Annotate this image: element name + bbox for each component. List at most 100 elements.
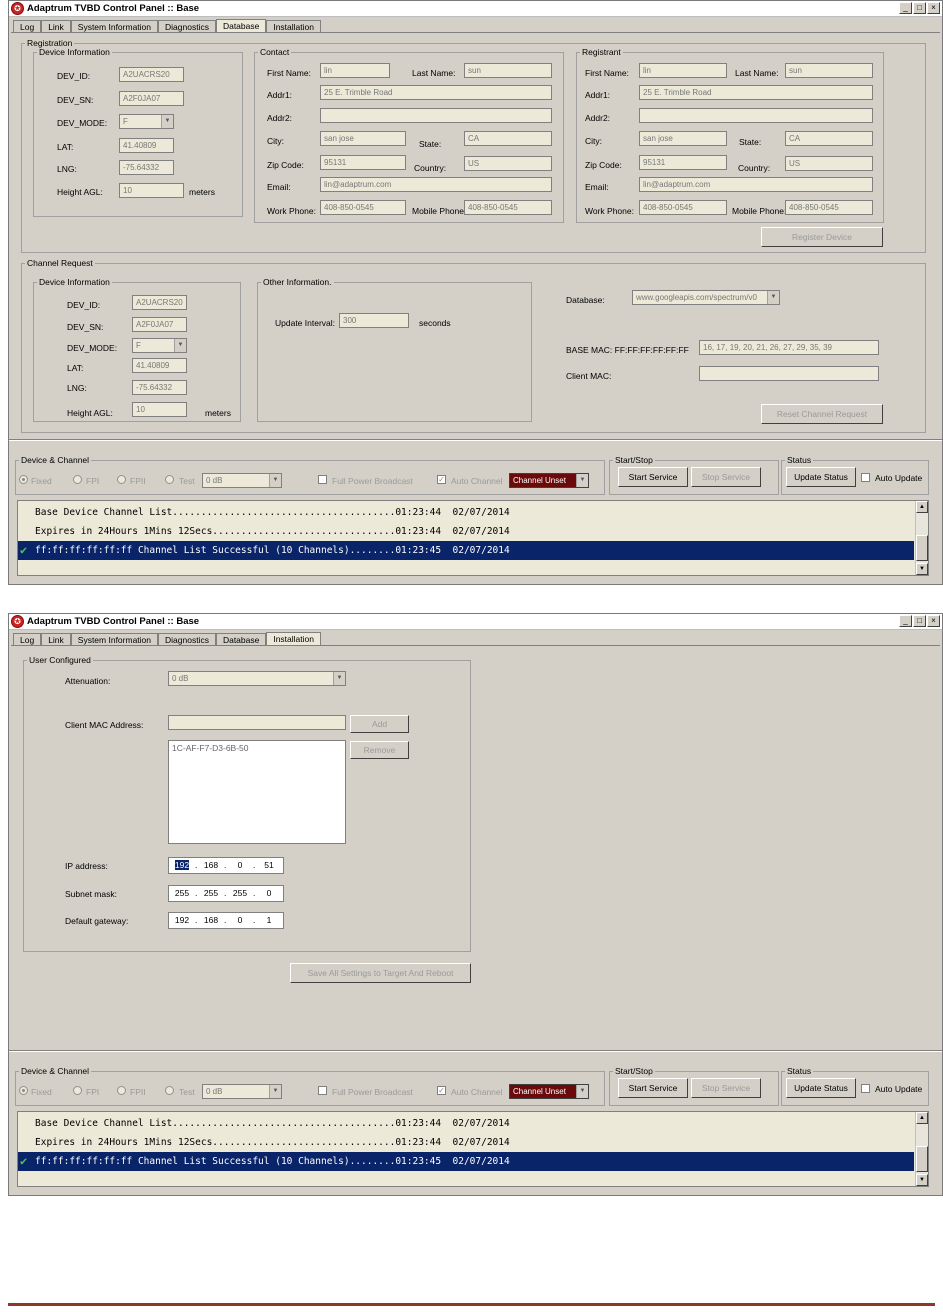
full-power-broadcast-checkbox[interactable] xyxy=(318,1086,327,1095)
contact-state-field[interactable]: CA xyxy=(464,131,552,146)
close-button[interactable]: × xyxy=(927,615,940,627)
scroll-up-icon[interactable]: ▲ xyxy=(916,501,928,513)
registrant-state-field[interactable]: CA xyxy=(785,131,873,146)
registrant-addr1-field[interactable]: 25 E. Trimble Road xyxy=(639,85,873,100)
tab-database[interactable]: Database xyxy=(215,19,267,33)
auto-channel-checkbox[interactable]: ✓ xyxy=(437,1086,446,1095)
client-mac-address-input[interactable] xyxy=(168,715,346,730)
radio-fixed[interactable] xyxy=(19,1086,28,1095)
log-row[interactable]: Expires in 24Hours 1Mins 12Secs.........… xyxy=(18,1133,914,1152)
channel-select[interactable]: Channel Unset ▼ xyxy=(509,473,589,488)
registrant-last-name-field[interactable]: sun xyxy=(785,63,873,78)
log-row-selected[interactable]: ✔ ff:ff:ff:ff:ff:ff Channel List Successf… xyxy=(18,1152,914,1171)
contact-city-field[interactable]: san jose xyxy=(320,131,406,146)
log-row[interactable]: Base Device Channel List................… xyxy=(18,1114,914,1133)
contact-addr2-field[interactable] xyxy=(320,108,552,123)
auto-update-checkbox[interactable] xyxy=(861,1084,870,1093)
registrant-country-field[interactable]: US xyxy=(785,156,873,171)
maximize-button[interactable]: □ xyxy=(913,615,926,627)
minimize-button[interactable]: _ xyxy=(899,2,912,14)
default-gateway-input[interactable]: 192. 168. 0. 1 xyxy=(168,912,284,929)
radio-fixed[interactable] xyxy=(19,475,28,484)
contact-last-name-field[interactable]: sun xyxy=(464,63,552,78)
scroll-down-icon[interactable]: ▼ xyxy=(916,563,928,575)
radio-test[interactable] xyxy=(165,1086,174,1095)
log-row-selected[interactable]: ✔ ff:ff:ff:ff:ff:ff Channel List Successf… xyxy=(18,541,914,560)
start-service-button[interactable]: Start Service xyxy=(618,467,688,487)
contact-addr1-field[interactable]: 25 E. Trimble Road xyxy=(320,85,552,100)
registrant-mobile-phone-field[interactable]: 408-850-0545 xyxy=(785,200,873,215)
database-select[interactable]: www.googleapis.com/spectrum/v0 ▼ xyxy=(632,290,780,305)
test-db-select[interactable]: 0 dB ▼ xyxy=(202,473,282,488)
save-settings-reboot-button[interactable]: Save All Settings to Target And Reboot xyxy=(290,963,471,983)
add-mac-button[interactable]: Add xyxy=(350,715,409,733)
other-information-group: Other Information. xyxy=(257,277,532,422)
mac-list-item[interactable]: 1C-AF-F7-D3-6B-50 xyxy=(172,743,342,753)
attenuation-select[interactable]: 0 dB ▼ xyxy=(168,671,346,686)
cr-dev-sn-field[interactable]: A2F0JA07 xyxy=(132,317,187,332)
scroll-up-icon[interactable]: ▲ xyxy=(916,1112,928,1124)
registrant-addr2-field[interactable] xyxy=(639,108,873,123)
contact-work-phone-field[interactable]: 408-850-0545 xyxy=(320,200,406,215)
registrant-work-phone-field[interactable]: 408-850-0545 xyxy=(639,200,727,215)
dev-id-field[interactable]: A2UACRS20 xyxy=(119,67,184,82)
test-db-select[interactable]: 0 dB ▼ xyxy=(202,1084,282,1099)
remove-mac-button[interactable]: Remove xyxy=(350,741,409,759)
log-scrollbar[interactable]: ▲ ▼ xyxy=(915,501,928,575)
dev-sn-field[interactable]: A2F0JA07 xyxy=(119,91,184,106)
start-service-button[interactable]: Start Service xyxy=(618,1078,688,1098)
scroll-thumb[interactable] xyxy=(916,535,928,561)
registrant-first-name-field[interactable]: lin xyxy=(639,63,727,78)
update-interval-field[interactable]: 300 xyxy=(339,313,409,328)
database-window: ✪ Adaptrum TVBD Control Panel :: Base _ … xyxy=(8,0,943,585)
contact-mobile-phone-field[interactable]: 408-850-0545 xyxy=(464,200,552,215)
stop-service-button[interactable]: Stop Service xyxy=(691,467,761,487)
log-scrollbar[interactable]: ▲ ▼ xyxy=(915,1112,928,1186)
registrant-email-field[interactable]: lin@adaptrum.com xyxy=(639,177,873,192)
cr-lng-field[interactable]: -75.64332 xyxy=(132,380,187,395)
log-list[interactable]: Base Device Channel List................… xyxy=(17,1111,929,1187)
full-power-broadcast-checkbox[interactable] xyxy=(318,475,327,484)
contact-zip-field[interactable]: 95131 xyxy=(320,155,406,170)
auto-update-checkbox[interactable] xyxy=(861,473,870,482)
height-agl-field[interactable]: 10 xyxy=(119,183,184,198)
stop-service-button[interactable]: Stop Service xyxy=(691,1078,761,1098)
contact-first-name-field[interactable]: lin xyxy=(320,63,390,78)
reset-channel-request-button[interactable]: Reset Channel Request xyxy=(761,404,883,424)
contact-email-field[interactable]: lin@adaptrum.com xyxy=(320,177,552,192)
cr-dev-mode-select[interactable]: F ▼ xyxy=(132,338,187,353)
log-row[interactable]: Base Device Channel List................… xyxy=(18,503,914,522)
update-status-button[interactable]: Update Status xyxy=(786,1078,856,1098)
auto-channel-checkbox[interactable]: ✓ xyxy=(437,475,446,484)
registrant-zip-field[interactable]: 95131 xyxy=(639,155,727,170)
radio-fpii[interactable] xyxy=(117,1086,126,1095)
log-list[interactable]: Base Device Channel List................… xyxy=(17,500,929,576)
registrant-city-field[interactable]: san jose xyxy=(639,131,727,146)
lat-field[interactable]: 41.40809 xyxy=(119,138,174,153)
minimize-button[interactable]: _ xyxy=(899,615,912,627)
base-mac-field[interactable]: 16, 17, 19, 20, 21, 26, 27, 29, 35, 39 xyxy=(699,340,879,355)
radio-fpi[interactable] xyxy=(73,475,82,484)
ip-address-input[interactable]: 192. 168. 0. 51 xyxy=(168,857,284,874)
dev-mode-select[interactable]: F ▼ xyxy=(119,114,174,129)
radio-fpii[interactable] xyxy=(117,475,126,484)
radio-test[interactable] xyxy=(165,475,174,484)
log-row[interactable]: Expires in 24Hours 1Mins 12Secs.........… xyxy=(18,522,914,541)
maximize-button[interactable]: □ xyxy=(913,2,926,14)
cr-dev-id-field[interactable]: A2UACRS20 xyxy=(132,295,187,310)
scroll-thumb[interactable] xyxy=(916,1146,928,1172)
update-status-button[interactable]: Update Status xyxy=(786,467,856,487)
register-device-button[interactable]: Register Device xyxy=(761,227,883,247)
lng-field[interactable]: -75.64332 xyxy=(119,160,174,175)
radio-fpi[interactable] xyxy=(73,1086,82,1095)
cr-height-agl-field[interactable]: 10 xyxy=(132,402,187,417)
scroll-down-icon[interactable]: ▼ xyxy=(916,1174,928,1186)
close-button[interactable]: × xyxy=(927,2,940,14)
client-mac-field[interactable] xyxy=(699,366,879,381)
cr-lat-field[interactable]: 41.40809 xyxy=(132,358,187,373)
contact-country-field[interactable]: US xyxy=(464,156,552,171)
channel-select[interactable]: Channel Unset ▼ xyxy=(509,1084,589,1099)
tab-installation[interactable]: Installation xyxy=(266,632,321,646)
client-mac-list[interactable]: 1C-AF-F7-D3-6B-50 xyxy=(168,740,346,844)
subnet-mask-input[interactable]: 255. 255. 255. 0 xyxy=(168,885,284,902)
